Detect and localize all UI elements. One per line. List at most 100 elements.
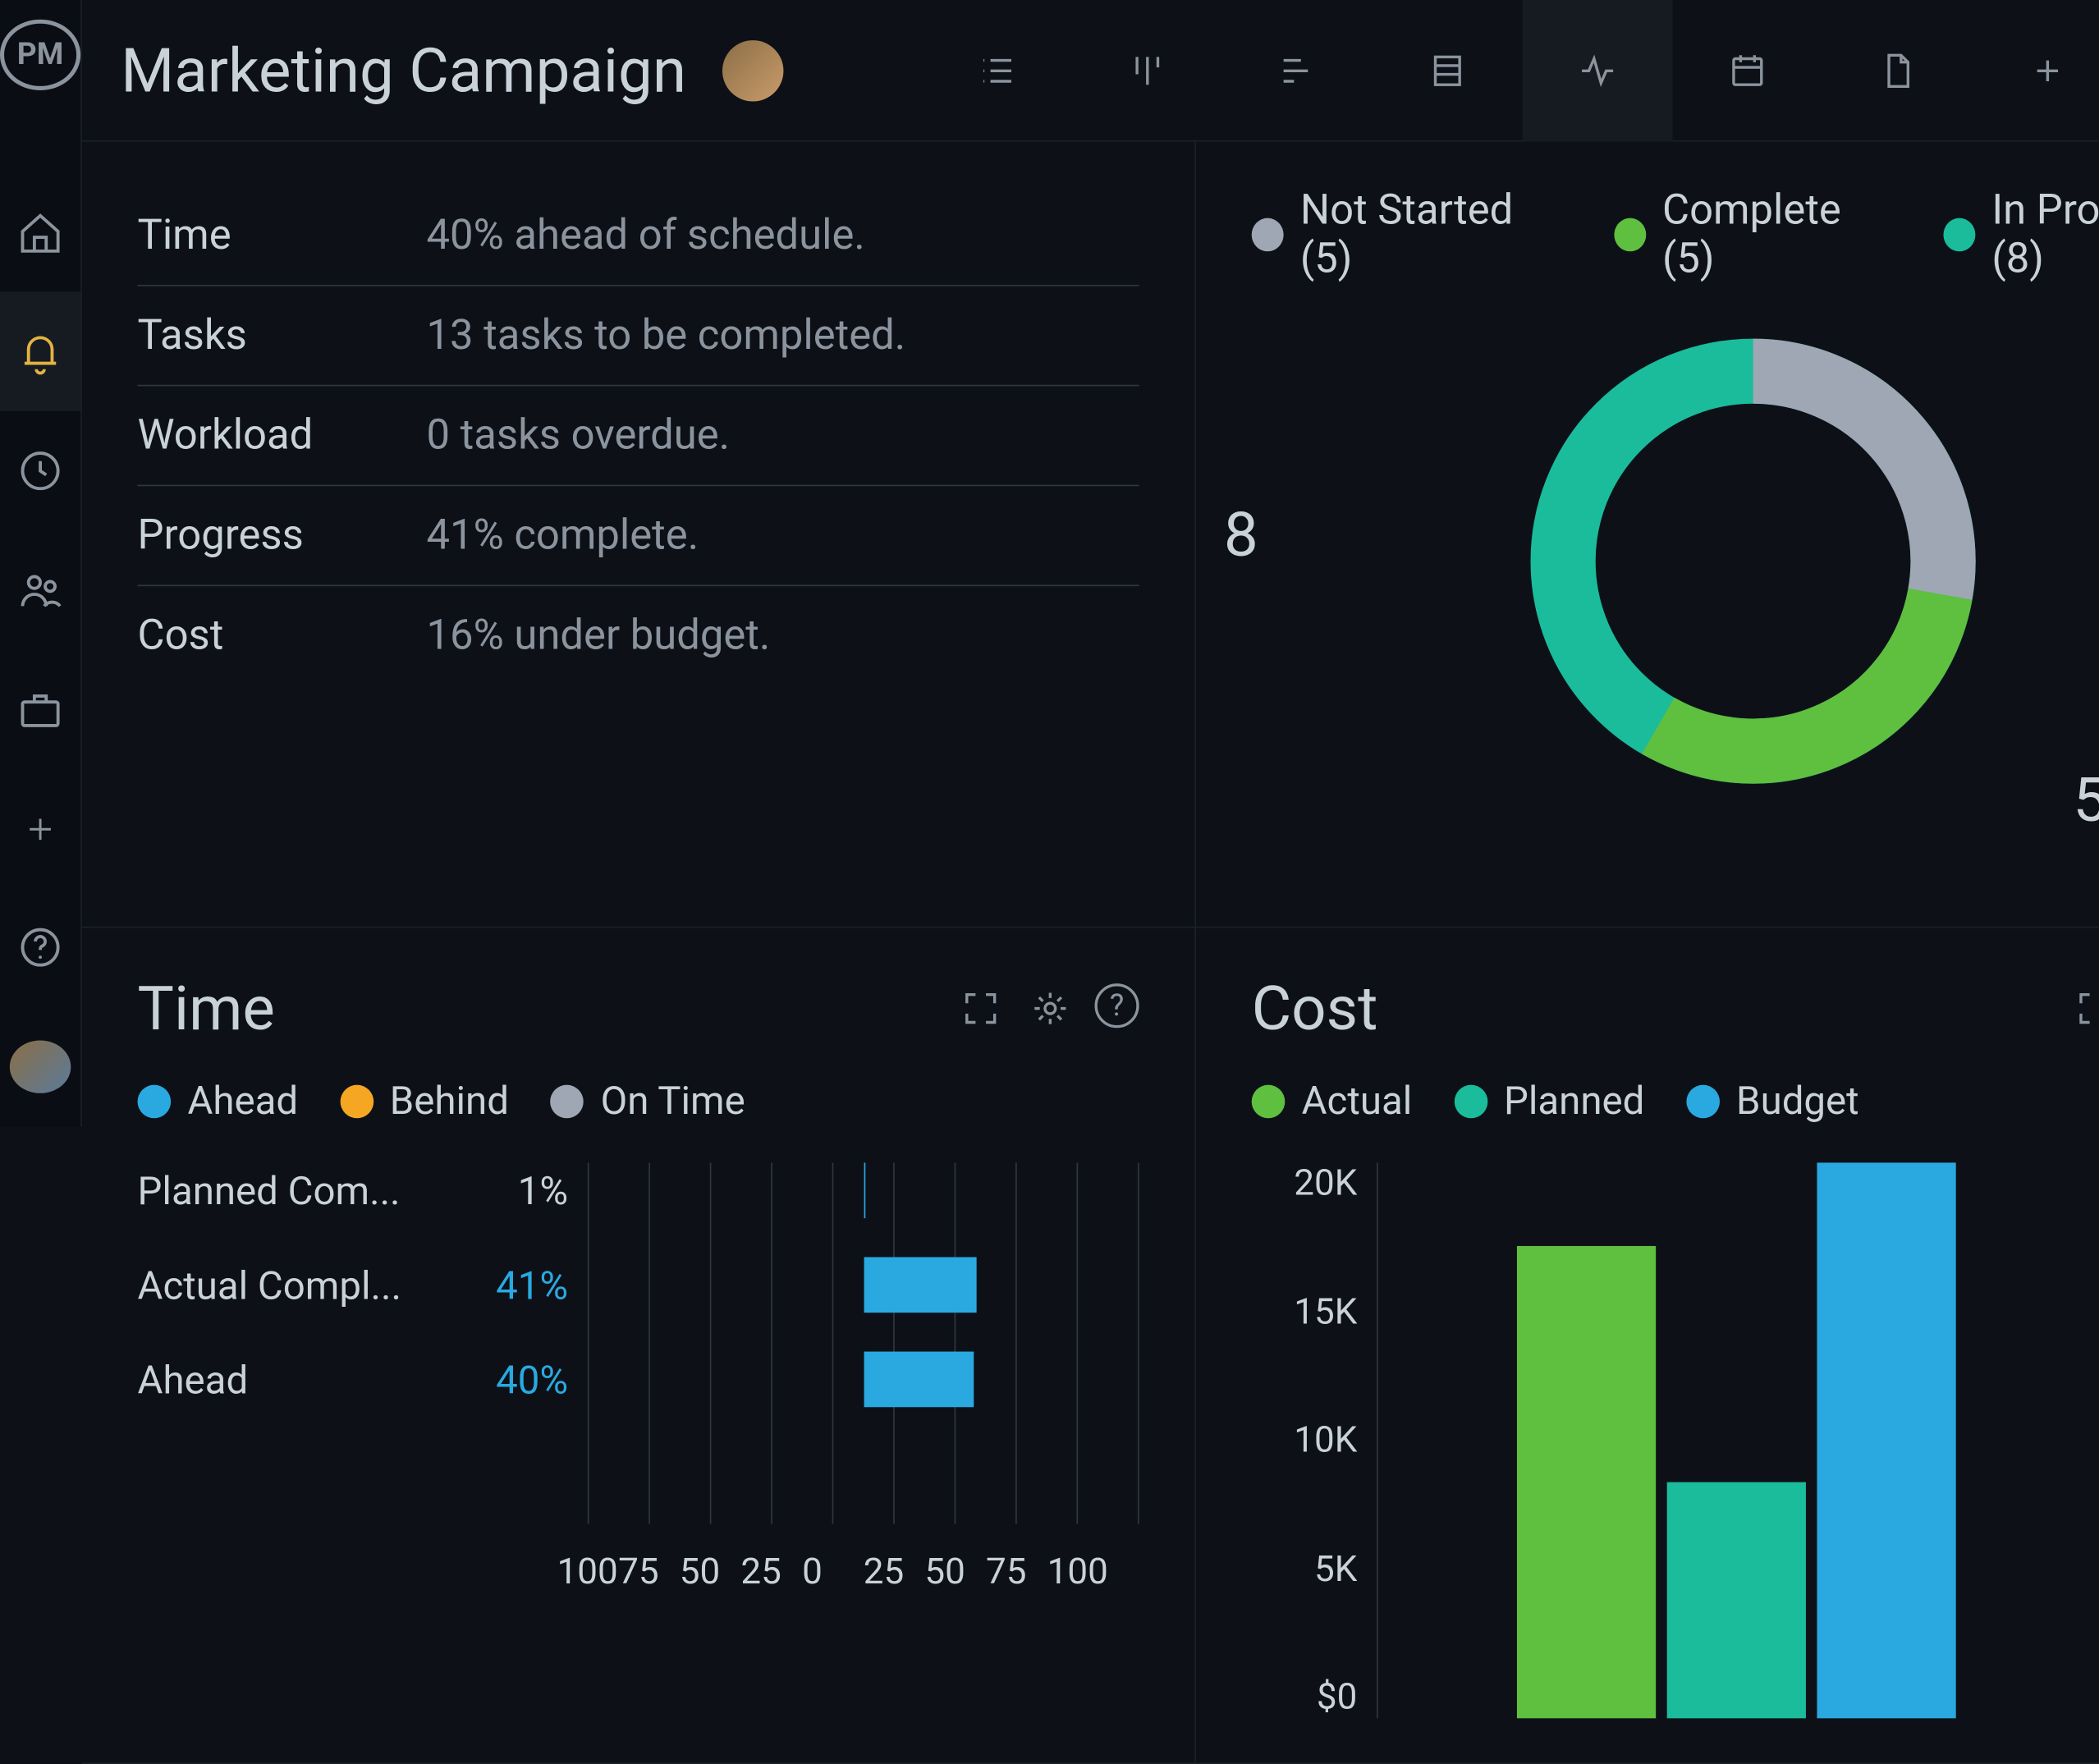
- time-card-title: Time: [138, 973, 275, 1045]
- cost-legend: Actual Planned Budget: [1252, 1078, 2099, 1124]
- legend-item[interactable]: On Time: [551, 1078, 745, 1124]
- legend-dot: [551, 1084, 584, 1118]
- summary-row: Workload 0 tasks overdue.: [138, 386, 1139, 486]
- summary-value: 41% complete.: [427, 511, 699, 560]
- help-button[interactable]: ?: [1094, 983, 1139, 1028]
- nav-portfolio[interactable]: [0, 650, 80, 769]
- legend-dot: [340, 1084, 374, 1118]
- time-row-val: 40%: [415, 1356, 568, 1402]
- nav-add[interactable]: [0, 769, 80, 888]
- cost-bar-actual: [1517, 1246, 1656, 1718]
- tab-gantt[interactable]: [1222, 0, 1373, 141]
- clock-icon: [16, 447, 64, 495]
- summary-row: Tasks 13 tasks to be completed.: [138, 286, 1139, 387]
- expand-button[interactable]: [2069, 983, 2099, 1033]
- pulse-icon: [1577, 49, 1619, 91]
- legend-item[interactable]: Complete (5): [1614, 186, 1893, 283]
- legend-dot: [1686, 1084, 1720, 1118]
- topbar: Marketing Campaign: [82, 0, 2099, 142]
- gantt-icon: [1276, 49, 1318, 91]
- app-logo[interactable]: PM: [0, 20, 80, 90]
- time-row-name: Actual Compl...: [138, 1262, 415, 1308]
- legend-dot: [1454, 1084, 1487, 1118]
- sheet-icon: [1427, 49, 1469, 91]
- summary-label: Workload: [138, 411, 427, 460]
- time-row: Actual Compl... 41%: [138, 1257, 1139, 1313]
- sidebar: PM: [0, 0, 82, 1126]
- time-track: [588, 1162, 1139, 1218]
- tab-files[interactable]: [1822, 0, 1973, 141]
- tab-board[interactable]: [1072, 0, 1222, 141]
- project-avatar[interactable]: [722, 39, 783, 100]
- calendar-icon: [1726, 49, 1768, 91]
- view-tabs: [923, 0, 2099, 141]
- board-icon: [1126, 49, 1168, 91]
- legend-item[interactable]: Not Started (5): [1252, 186, 1564, 283]
- nav-help[interactable]: [0, 888, 80, 1007]
- time-card: Time ? Ahead Behind On Time Planned Com.…: [82, 928, 1196, 1764]
- expand-icon: [2074, 987, 2099, 1029]
- cost-bar-planned: [1667, 1482, 1806, 1719]
- tab-dashboard[interactable]: [1523, 0, 1673, 141]
- donut-val-complete: 5: [2073, 764, 2099, 836]
- legend-dot: [1252, 218, 1284, 252]
- donut-val-inprogress: 8: [1224, 499, 1258, 571]
- status-donut-card: Not Started (5) Complete (5) In Progress…: [1196, 142, 2099, 928]
- legend-item[interactable]: Planned: [1454, 1078, 1644, 1124]
- time-bar: [864, 1257, 977, 1313]
- tab-add-view[interactable]: [1973, 0, 2099, 141]
- summary-value: 16% under budget.: [427, 612, 771, 660]
- project-title: Marketing Campaign: [121, 34, 686, 106]
- legend-dot: [1943, 218, 1975, 252]
- time-row-name: Planned Com...: [138, 1167, 415, 1213]
- plus-icon: [22, 810, 58, 846]
- list-icon: [977, 49, 1019, 91]
- bell-icon: [16, 328, 64, 376]
- tab-list[interactable]: [923, 0, 1073, 141]
- time-legend: Ahead Behind On Time: [138, 1078, 1139, 1124]
- nav-team[interactable]: [0, 530, 80, 649]
- summary-value: 40% ahead of schedule.: [427, 211, 865, 259]
- settings-button[interactable]: [1025, 983, 1075, 1033]
- legend-dot: [138, 1084, 172, 1118]
- time-bar: [864, 1162, 866, 1218]
- legend-item[interactable]: Ahead: [138, 1078, 299, 1124]
- cost-plot: [1377, 1162, 2099, 1718]
- expand-icon: [960, 987, 1001, 1029]
- nav-home[interactable]: [0, 173, 80, 292]
- time-row: Planned Com... 1%: [138, 1162, 1139, 1218]
- summary-label: Tasks: [138, 311, 427, 360]
- legend-dot: [1252, 1084, 1286, 1118]
- cost-card: Cost ? Actual Planned Budget 20K15K10K5K…: [1196, 928, 2099, 1764]
- gear-icon: [1029, 987, 1071, 1029]
- time-bar: [864, 1352, 974, 1408]
- user-avatar[interactable]: [10, 1041, 71, 1093]
- legend-dot: [1614, 218, 1646, 252]
- summary-label: Time: [138, 211, 427, 259]
- expand-button[interactable]: [956, 983, 1006, 1033]
- summary-label: Progress: [138, 511, 427, 560]
- legend-item[interactable]: In Progress (8): [1943, 186, 2099, 283]
- summary-label: Cost: [138, 612, 427, 660]
- cost-card-title: Cost: [1252, 973, 1378, 1045]
- cost-bar-budget: [1817, 1162, 1955, 1718]
- nav-recent[interactable]: [0, 411, 80, 530]
- legend-item[interactable]: Behind: [340, 1078, 509, 1124]
- summary-row: Time 40% ahead of schedule.: [138, 186, 1139, 286]
- summary-card: Time 40% ahead of schedule. Tasks 13 tas…: [82, 142, 1196, 928]
- nav-notifications[interactable]: [0, 292, 80, 411]
- file-icon: [1877, 49, 1918, 91]
- time-row-val: 1%: [415, 1167, 568, 1213]
- legend-item[interactable]: Budget: [1686, 1078, 1859, 1124]
- summary-row: Progress 41% complete.: [138, 486, 1139, 586]
- summary-value: 0 tasks overdue.: [427, 411, 731, 460]
- summary-value: 13 tasks to be completed.: [427, 311, 906, 360]
- time-row-val: 41%: [415, 1262, 568, 1308]
- cost-yaxis: 20K15K10K5K$0: [1252, 1162, 1377, 1718]
- tab-calendar[interactable]: [1672, 0, 1822, 141]
- legend-item[interactable]: Actual: [1252, 1078, 1413, 1124]
- summary-row: Cost 16% under budget.: [138, 586, 1139, 685]
- briefcase-icon: [16, 685, 64, 733]
- time-track: [588, 1257, 1139, 1313]
- tab-sheet[interactable]: [1373, 0, 1523, 141]
